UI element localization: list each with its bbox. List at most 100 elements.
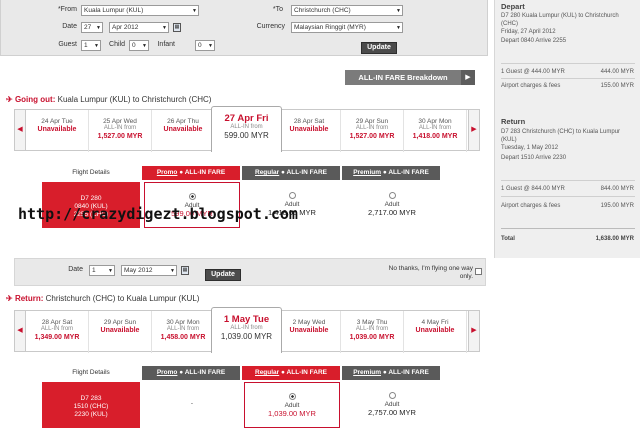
date-option[interactable]: 29 Apr Sun ALL-IN from 1,527.00 MYR	[341, 110, 404, 152]
info-icon: ●	[281, 369, 285, 376]
outbound-prefix: Going out:	[14, 95, 56, 104]
inbound-next-arrow-icon[interactable]: ▶	[468, 310, 480, 352]
date-option[interactable]: 26 Apr Thu Unavailable	[152, 110, 215, 152]
fare-radio[interactable]	[388, 392, 396, 399]
chevron-down-icon: ▼	[96, 25, 101, 31]
allin-label: ALL-IN FARE	[286, 369, 327, 376]
return-date-month-select[interactable]: May 2012 ▼	[121, 265, 177, 276]
date-day-select[interactable]: 27 ▼	[81, 22, 103, 33]
outbound-next-arrow-icon[interactable]: ▶	[468, 109, 480, 151]
infant-value: 0	[198, 42, 202, 49]
inbound-prefix: Return:	[14, 294, 44, 303]
fare-radio[interactable]	[388, 192, 396, 199]
return-update-button[interactable]: Update	[205, 269, 241, 281]
info-icon: ●	[179, 369, 184, 376]
date-option[interactable]: 30 Apr Mon ALL-IN from 1,458.00 MYR	[152, 311, 215, 353]
date-label: Date	[62, 23, 77, 30]
date-option[interactable]: 2 May Wed Unavailable	[278, 311, 341, 353]
divider	[501, 180, 635, 181]
date-option-date: 30 Apr Mon	[166, 319, 200, 326]
outbound-regular-header[interactable]: Regular ● ALL-IN FARE	[242, 166, 340, 180]
infant-select[interactable]: 0 ▼	[195, 40, 215, 51]
date-option[interactable]: 28 Apr Sat Unavailable	[278, 110, 341, 152]
date-option-date: 2 May Wed	[292, 319, 326, 326]
info-icon: ●	[382, 169, 387, 176]
outbound-promo-header[interactable]: Promo ● ALL-IN FARE	[142, 166, 240, 180]
calendar-icon[interactable]: ▦	[173, 23, 181, 32]
currency-select[interactable]: Malaysian Ringgit (MYR) ▼	[291, 22, 403, 33]
outbound-flight-details-label: Flight Details	[72, 169, 110, 176]
inbound-premium-fare[interactable]: Adult 2,757.00 MYR	[344, 382, 440, 428]
date-option-date: 3 May Thu	[356, 319, 388, 326]
chevron-down-icon: ▼	[108, 268, 113, 274]
one-way-checkbox[interactable]	[475, 268, 482, 275]
date-option[interactable]: 24 Apr Tue Unavailable	[26, 110, 89, 152]
date-month-select[interactable]: Apr 2012 ▼	[109, 22, 169, 33]
flight-code: D7 280	[80, 195, 102, 202]
return-date-day-value: 1	[92, 267, 96, 274]
inbound-regular-header[interactable]: Regular ● ALL-IN FARE	[242, 366, 340, 380]
guest-select[interactable]: 1 ▼	[81, 40, 101, 51]
fare-radio[interactable]	[288, 192, 296, 199]
outbound-date-strip: ◀ 24 Apr Tue Unavailable 25 Apr Wed ALL-IN …	[14, 106, 480, 152]
date-option[interactable]: 3 May Thu ALL-IN from 1,039.00 MYR	[341, 311, 404, 353]
summary-total-value: 1,638.00 MYR	[595, 236, 634, 242]
return-date-day-select[interactable]: 1 ▼	[89, 265, 115, 276]
chevron-right-icon[interactable]: ▶	[461, 70, 475, 85]
date-option-price: Unavailable	[163, 126, 203, 133]
promo-label: Promo	[156, 369, 178, 376]
plane-icon: ✈	[6, 294, 13, 303]
outbound-premium-header[interactable]: Premium ● ALL-IN FARE	[342, 166, 440, 180]
guest-value: 1	[84, 42, 88, 49]
allin-fare-breakdown-button[interactable]: ALL-IN FARE Breakdown	[345, 70, 461, 85]
inbound-promo-fare: -	[144, 382, 240, 428]
no-thanks-one-way-link[interactable]: No thanks, I'm flying one way only.	[385, 265, 473, 281]
summary-return-title: Return	[501, 117, 526, 126]
date-option-price: Unavailable	[100, 327, 140, 334]
outbound-title: ✈ Going out: Kuala Lumpur (KUL) to Chris…	[6, 95, 211, 104]
date-option[interactable]: 1 May Tue ALL-IN from 1,039.00 MYR	[211, 307, 282, 353]
summary-return-fees-value: 195.00 MYR	[600, 203, 634, 209]
flight-departure: 1510 (CHC)	[73, 403, 109, 410]
date-option[interactable]: 30 Apr Mon ALL-IN from 1,418.00 MYR	[404, 110, 467, 152]
flight-arrival: 2230 (KUL)	[74, 411, 108, 418]
child-value: 0	[132, 42, 136, 49]
date-option[interactable]: 25 Apr Wed ALL-IN from 1,527.00 MYR	[89, 110, 152, 152]
update-button[interactable]: Update	[361, 42, 397, 54]
plane-icon: ✈	[6, 95, 13, 104]
date-option-price: 1,039.00 MYR	[220, 332, 273, 341]
summary-return-flight: D7 283 Christchurch (CHC) to Kuala Lumpu…	[501, 129, 621, 143]
allin-label: ALL-IN FARE	[286, 169, 327, 176]
date-option[interactable]: 28 Apr Sat ALL-IN from 1,349.00 MYR	[26, 311, 89, 353]
date-option-price: 1,527.00 MYR	[349, 133, 395, 140]
summary-depart-guest-value: 444.00 MYR	[600, 69, 634, 75]
fare-radio[interactable]	[188, 193, 196, 200]
from-select[interactable]: Kuala Lumpur (KUL) ▼	[81, 5, 199, 16]
summary-depart-flight: D7 280 Kuala Lumpur (KUL) to Christchurc…	[501, 13, 619, 27]
outbound-premium-fare[interactable]: Adult 2,717.00 MYR	[344, 182, 440, 228]
inbound-promo-header[interactable]: Promo ● ALL-IN FARE	[142, 366, 240, 380]
inbound-regular-fare[interactable]: Adult 1,039.00 MYR	[244, 382, 340, 428]
summary-depart-date: Friday, 27 April 2012	[501, 29, 556, 35]
promo-label: Promo	[156, 169, 178, 176]
divider	[501, 228, 635, 229]
from-label: *From	[57, 6, 77, 13]
child-select[interactable]: 0 ▼	[129, 40, 149, 51]
chevron-down-icon: ▼	[396, 25, 401, 31]
date-option[interactable]: 29 Apr Sun Unavailable	[89, 311, 152, 353]
date-option[interactable]: 4 May Fri Unavailable	[404, 311, 467, 353]
date-option-price: 1,418.00 MYR	[412, 133, 458, 140]
calendar-icon[interactable]: ▦	[181, 266, 189, 275]
summary-depart-title: Depart	[501, 2, 525, 11]
fare-type: Adult	[284, 402, 300, 409]
inbound-prev-arrow-icon[interactable]: ◀	[14, 310, 26, 352]
to-select[interactable]: Christchurch (CHC) ▼	[291, 5, 403, 16]
date-day-value: 27	[84, 24, 92, 31]
inbound-premium-header[interactable]: Premium ● ALL-IN FARE	[342, 366, 440, 380]
inbound-title: ✈ Return: Christchurch (CHC) to Kuala Lu…	[6, 294, 199, 303]
date-option-date: 27 Apr Fri	[224, 113, 269, 124]
outbound-prev-arrow-icon[interactable]: ◀	[14, 109, 26, 151]
date-option[interactable]: 27 Apr Fri ALL-IN from 599.00 MYR	[211, 106, 282, 152]
date-option-price: 1,527.00 MYR	[97, 133, 143, 140]
fare-radio[interactable]	[288, 393, 296, 400]
